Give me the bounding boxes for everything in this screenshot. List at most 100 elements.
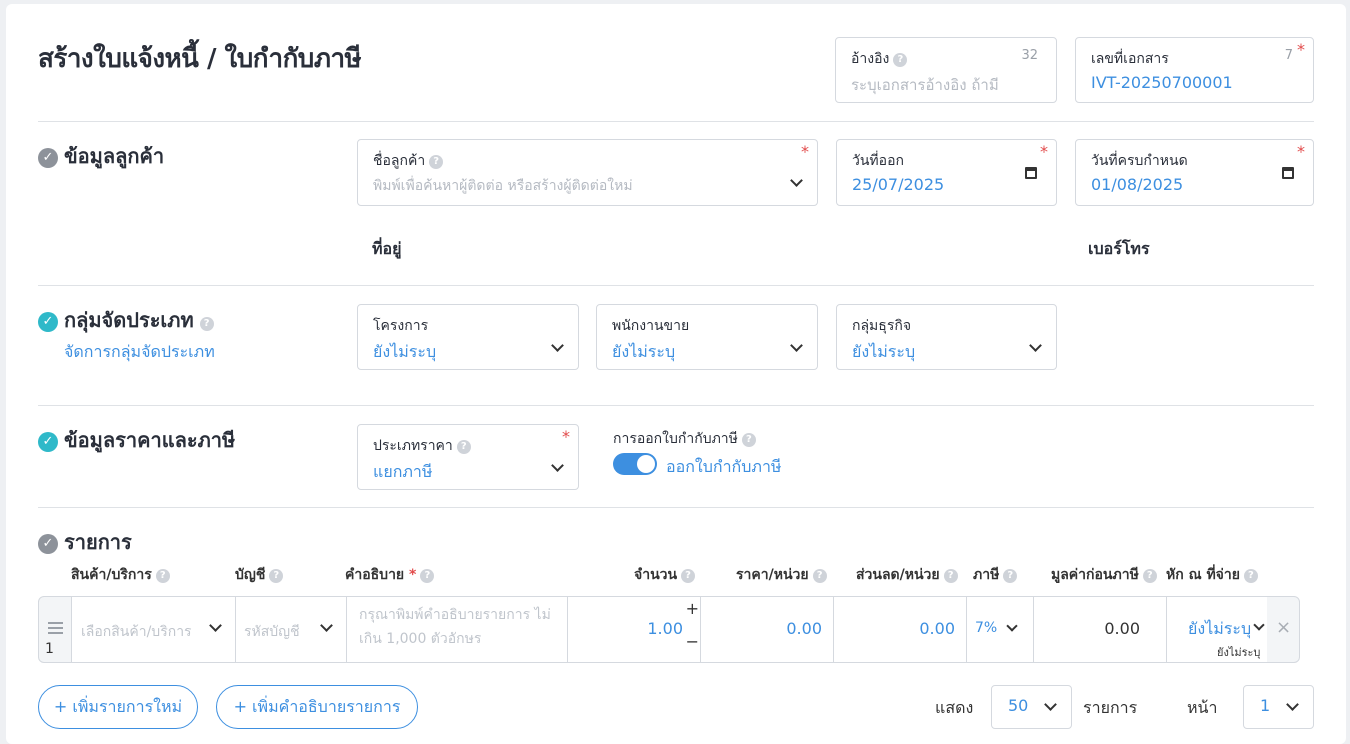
help-icon: ?: [420, 569, 435, 583]
minus-icon[interactable]: −: [686, 632, 699, 651]
business-group-label: กลุ่มธุรกิจ: [852, 318, 912, 334]
reference-field[interactable]: อ้างอิง? 32 ระบุเอกสารอ้างอิง ถ้ามี: [835, 37, 1057, 103]
quantity-value: 1.00: [647, 619, 683, 638]
help-icon: ?: [1003, 569, 1018, 583]
product-select[interactable]: เลือกสินค้า/บริการ: [71, 597, 236, 662]
doc-number-value: IVT-20250700001: [1091, 73, 1233, 92]
chevron-down-icon: [790, 174, 803, 187]
chevron-down-icon: [1286, 698, 1299, 711]
plus-icon[interactable]: +: [686, 599, 699, 618]
customer-section-title: ✓ ข้อมูลลูกค้า: [38, 140, 164, 172]
description-input[interactable]: กรุณาพิมพ์คำอธิบายรายการ ไม่เกิน 1,000 ต…: [346, 597, 568, 662]
toggle-knob: [637, 455, 655, 473]
reference-label: อ้างอิง: [851, 51, 890, 67]
project-select[interactable]: โครงการ ยังไม่ระบุ: [357, 304, 579, 370]
help-icon: ?: [812, 569, 827, 583]
calendar-icon[interactable]: [1282, 167, 1294, 179]
col-header-discount: ส่วนลด/หน่วย?: [856, 564, 958, 586]
salesperson-label: พนักงานขาย: [612, 318, 690, 334]
col-header-description: คำอธิบาย *?: [345, 564, 435, 586]
discount-input[interactable]: 0.00: [833, 597, 967, 662]
col-header-quantity: จำนวน?: [634, 564, 696, 586]
help-icon: ?: [1142, 569, 1157, 583]
page-title: สร้างใบแจ้งหนี้ / ใบกำกับภาษี: [38, 44, 362, 74]
doc-number-field[interactable]: เลขที่เอกสาร 7 * IVT-20250700001: [1075, 37, 1314, 103]
price-type-label: ประเภทราคา: [373, 438, 453, 454]
check-icon: ✓: [38, 432, 58, 452]
col-header-tax: ภาษี?: [973, 564, 1018, 586]
table-row: 1 เลือกสินค้า/บริการ รหัสบัญชี กรุณาพิมพ…: [38, 596, 1300, 663]
tax-value: 7%: [975, 620, 998, 636]
help-icon: ?: [199, 317, 214, 331]
chevron-down-icon: [1044, 698, 1057, 711]
price-type-select[interactable]: ประเภทราคา? * แยกภาษี: [357, 424, 579, 490]
help-icon: ?: [269, 569, 284, 583]
withholding-value: ยังไม่ระบุ: [1188, 619, 1252, 638]
per-page-value: 50: [1008, 696, 1029, 715]
show-label: แสดง: [935, 698, 974, 717]
col-header-product: สินค้า/บริการ?: [71, 564, 170, 586]
help-icon: ?: [429, 155, 444, 169]
chevron-down-icon: [551, 459, 564, 472]
manage-classification-link[interactable]: จัดการกลุ่มจัดประเภท: [64, 340, 215, 365]
pricing-section-title: ✓ ข้อมูลราคาและภาษี: [38, 424, 235, 456]
calendar-icon[interactable]: [1025, 167, 1037, 179]
chevron-down-icon: [1006, 620, 1018, 632]
help-icon: ?: [741, 433, 756, 447]
col-header-account: บัญชี?: [235, 564, 284, 586]
check-icon: ✓: [38, 534, 58, 554]
unit-price-input[interactable]: 0.00: [700, 597, 834, 662]
classification-section-title: ✓ กลุ่มจัดประเภท?: [38, 304, 214, 336]
project-value: ยังไม่ระบุ: [373, 342, 437, 361]
chevron-down-icon: [209, 619, 222, 632]
divider: [38, 405, 1314, 406]
page-select[interactable]: 1: [1243, 685, 1314, 729]
per-page-select[interactable]: 50: [991, 685, 1072, 729]
drag-handle-icon[interactable]: [48, 622, 63, 624]
tax-invoice-toggle-label[interactable]: ออกใบกำกับภาษี: [666, 455, 781, 480]
phone-label: เบอร์โทร: [1088, 239, 1150, 258]
required-mark: *: [1297, 40, 1305, 59]
tax-invoice-toggle[interactable]: [613, 453, 657, 475]
chevron-down-icon: [790, 339, 803, 352]
help-icon: ?: [893, 53, 908, 67]
withholding-select[interactable]: ยังไม่ระบุ ยังไม่ระบุ: [1166, 597, 1267, 662]
issue-date-field[interactable]: วันที่ออก * 25/07/2025: [836, 139, 1057, 206]
page-value: 1: [1260, 696, 1271, 715]
items-label: รายการ: [1083, 698, 1138, 717]
items-section-title: ✓ รายการ: [38, 526, 132, 558]
page-label: หน้า: [1187, 698, 1218, 717]
help-icon: ?: [681, 569, 696, 583]
quantity-stepper[interactable]: 1.00 + −: [567, 597, 701, 662]
issue-date-label: วันที่ออก: [852, 153, 904, 169]
help-icon: ?: [155, 569, 170, 583]
help-icon: ?: [1243, 569, 1258, 583]
customer-name-label: ชื่อลูกค้า: [373, 153, 426, 169]
customer-name-field[interactable]: ชื่อลูกค้า? * พิมพ์เพื่อค้นหาผู้ติดต่อ ห…: [357, 139, 818, 206]
help-icon: ?: [943, 569, 958, 583]
row-index: 1: [45, 641, 54, 657]
business-group-select[interactable]: กลุ่มธุรกิจ ยังไม่ระบุ: [836, 304, 1057, 370]
chevron-down-icon: [320, 619, 333, 632]
discount-value: 0.00: [919, 619, 955, 638]
due-date-field[interactable]: วันที่ครบกำหนด * 01/08/2025: [1075, 139, 1314, 206]
close-icon[interactable]: ×: [1276, 617, 1291, 638]
price-type-value: แยกภาษี: [373, 462, 433, 481]
check-icon: ✓: [38, 312, 58, 332]
divider: [38, 285, 1314, 286]
add-item-button[interactable]: + เพิ่มรายการใหม่: [38, 685, 198, 729]
salesperson-value: ยังไม่ระบุ: [612, 342, 676, 361]
chevron-down-icon: [1029, 339, 1042, 352]
withholding-sub-label: ยังไม่ระบุ: [1217, 646, 1261, 659]
required-mark: *: [801, 142, 809, 161]
tax-select[interactable]: 7%: [966, 597, 1034, 662]
account-placeholder: รหัสบัญชี: [244, 624, 300, 640]
reference-counter: 32: [1021, 48, 1038, 63]
issue-date-value: 25/07/2025: [852, 175, 945, 194]
salesperson-select[interactable]: พนักงานขาย ยังไม่ระบุ: [596, 304, 818, 370]
account-select[interactable]: รหัสบัญชี: [235, 597, 347, 662]
add-description-button[interactable]: + เพิ่มคำอธิบายรายการ: [216, 685, 418, 729]
required-mark: *: [1297, 142, 1305, 161]
chevron-down-icon: [1253, 619, 1265, 631]
customer-name-placeholder: พิมพ์เพื่อค้นหาผู้ติดต่อ หรือสร้างผู้ติด…: [373, 178, 633, 194]
